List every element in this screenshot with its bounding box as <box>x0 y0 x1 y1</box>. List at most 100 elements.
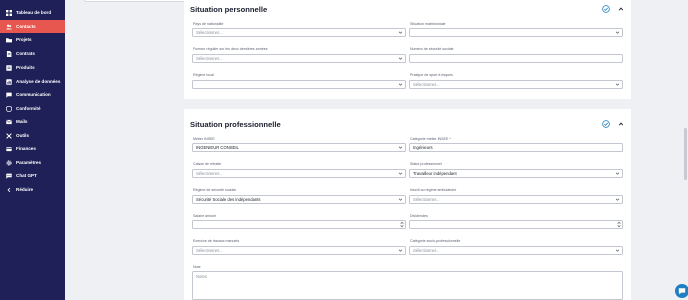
sidebar: Tableau de bord Contacts Projets Contrat… <box>0 0 65 300</box>
chevron-up-icon[interactable] <box>618 6 624 12</box>
analytics-icon <box>6 78 12 85</box>
compliance-icon <box>6 105 12 112</box>
nationality-label: Pays de nationalité <box>193 22 224 26</box>
check-circle-icon <box>602 120 610 128</box>
pro-status-select[interactable]: Travailleur indépendant <box>409 169 623 178</box>
dividends-input[interactable] <box>409 220 623 229</box>
sidebar-item-contracts[interactable]: Contrats <box>0 47 65 60</box>
local-regime-select[interactable] <box>192 80 406 89</box>
pro-status-label: Statut professionnel <box>410 162 442 166</box>
chevron-down-icon <box>398 57 403 60</box>
insee-job-select[interactable]: INGENIEUR CONSEIL <box>192 143 406 152</box>
sidebar-item-label: Réduire <box>16 187 34 192</box>
smoker-select[interactable]: Sélectionner... <box>192 54 406 63</box>
stepper-icon[interactable] <box>616 221 621 228</box>
smoker-label: Fumeur régulier sur les deux dernières a… <box>193 47 268 51</box>
socio-category-label: Catégorie socio-professionnelle <box>410 239 461 243</box>
unemployment-select[interactable]: Sélectionner... <box>409 195 623 204</box>
sidebar-item-dashboard[interactable]: Tableau de bord <box>0 6 65 19</box>
sidebar-item-label: Contacts <box>16 24 36 29</box>
professional-situation-card: Situation professionnelle Métier INSEE I… <box>184 109 631 300</box>
chevron-down-icon <box>615 198 620 201</box>
chevron-down-icon <box>398 198 403 201</box>
notes-textarea[interactable]: Notes <box>192 271 623 300</box>
sidebar-item-label: Outils <box>16 133 30 138</box>
sidebar-item-label: Projets <box>16 37 32 42</box>
local-regime-label: Régime local <box>193 73 214 77</box>
chat-support-button[interactable] <box>675 284 688 298</box>
sidebar-item-projects[interactable]: Projets <box>0 33 65 46</box>
sidebar-item-label: Finances <box>16 146 36 151</box>
sidebar-item-finances[interactable]: Finances <box>0 142 65 155</box>
manual-work-label: Exercice de travaux manuels <box>193 239 240 243</box>
socio-category-select[interactable]: Sélectionner... <box>409 246 623 255</box>
chevron-down-icon <box>398 31 403 34</box>
notes-label: Note <box>193 265 201 269</box>
chevron-up-icon[interactable] <box>618 121 624 127</box>
sidebar-item-label: Conformité <box>16 106 41 111</box>
marital-status-select[interactable] <box>409 28 623 37</box>
chat-icon <box>678 288 686 295</box>
chevron-down-icon <box>398 146 403 149</box>
sidebar-item-label: Analyse de données <box>16 79 61 84</box>
sidebar-item-label: Chat GPT <box>16 173 37 178</box>
sidebar-item-compliance[interactable]: Conformité <box>0 102 65 115</box>
sidebar-item-contacts[interactable]: Contacts <box>0 20 65 33</box>
chevron-down-icon <box>398 83 403 86</box>
mail-icon <box>6 119 12 125</box>
manual-work-select[interactable]: Sélectionner... <box>192 246 406 255</box>
sidebar-item-tools[interactable]: Outils <box>0 129 65 142</box>
sidebar-item-label: Produits <box>16 65 35 70</box>
chevron-down-icon <box>615 31 620 34</box>
annual-salary-input[interactable] <box>192 220 406 229</box>
check-circle-icon <box>602 5 610 13</box>
chevron-left-icon <box>6 187 12 193</box>
insee-job-label: Métier INSEE <box>193 137 215 141</box>
sidebar-collapse-button[interactable]: Réduire <box>0 183 65 196</box>
social-number-label: Numéro de sécurité sociale <box>410 47 454 51</box>
personal-situation-card: Situation personnelle Pays de nationalit… <box>184 0 631 99</box>
sidebar-item-analytics[interactable]: Analyse de données <box>0 75 65 88</box>
annual-salary-label: Salaire annuel <box>193 214 216 218</box>
sidebar-item-label: Contrats <box>16 51 35 56</box>
risk-sport-select[interactable]: Sélectionner... <box>409 80 623 89</box>
sidebar-item-label: Paramètres <box>16 160 42 165</box>
dashboard-icon <box>6 9 12 16</box>
sidebar-item-chat-gpt[interactable]: Chat GPT <box>0 169 65 182</box>
social-number-input[interactable] <box>409 54 623 63</box>
tools-icon <box>6 132 12 139</box>
projects-icon <box>6 37 12 43</box>
chevron-down-icon <box>615 172 620 175</box>
chevron-down-icon <box>398 172 403 175</box>
personal-section-title: Situation personnelle <box>190 5 268 14</box>
social-regime-label: Régime de sécurité sociale <box>193 188 237 192</box>
products-icon <box>6 64 12 71</box>
settings-icon <box>6 159 12 166</box>
sidebar-item-settings[interactable]: Paramètres <box>0 156 65 169</box>
insee-category-label: Catégorie métier INSEE * <box>410 137 451 141</box>
chevron-down-icon <box>398 249 403 252</box>
professional-section-title: Situation professionnelle <box>190 120 281 129</box>
unemployment-label: Inscrit au régime ambulatoire <box>410 188 457 192</box>
insee-category-input[interactable]: Ingénieurs <box>409 143 623 152</box>
stepper-icon[interactable] <box>399 221 404 228</box>
retirement-fund-select[interactable]: Sélectionner... <box>192 169 406 178</box>
sidebar-item-label: Communication <box>16 92 51 97</box>
nationality-select[interactable]: Sélectionner... <box>192 28 406 37</box>
sidebar-item-label: Tableau de bord <box>16 10 52 15</box>
marital-status-label: Situation matrimoniale <box>410 22 446 26</box>
contacts-icon <box>6 24 12 30</box>
page-scrollbar[interactable] <box>684 128 687 180</box>
risk-sport-label: Pratique de sport à risques <box>410 73 453 77</box>
sidebar-item-mails[interactable]: Mails <box>0 115 65 128</box>
communication-icon <box>6 92 12 98</box>
social-regime-select[interactable]: Sécurité Sociale des indépendants <box>192 195 406 204</box>
chevron-down-icon <box>615 83 620 86</box>
sidebar-item-communication[interactable]: Communication <box>0 88 65 101</box>
finances-icon <box>6 146 12 152</box>
chevron-down-icon <box>615 249 620 252</box>
retirement-fund-label: Caisse de retraite <box>193 162 222 166</box>
chat-gpt-icon <box>6 173 12 179</box>
sidebar-item-products[interactable]: Produits <box>0 61 65 74</box>
sidebar-item-label: Mails <box>16 119 28 124</box>
